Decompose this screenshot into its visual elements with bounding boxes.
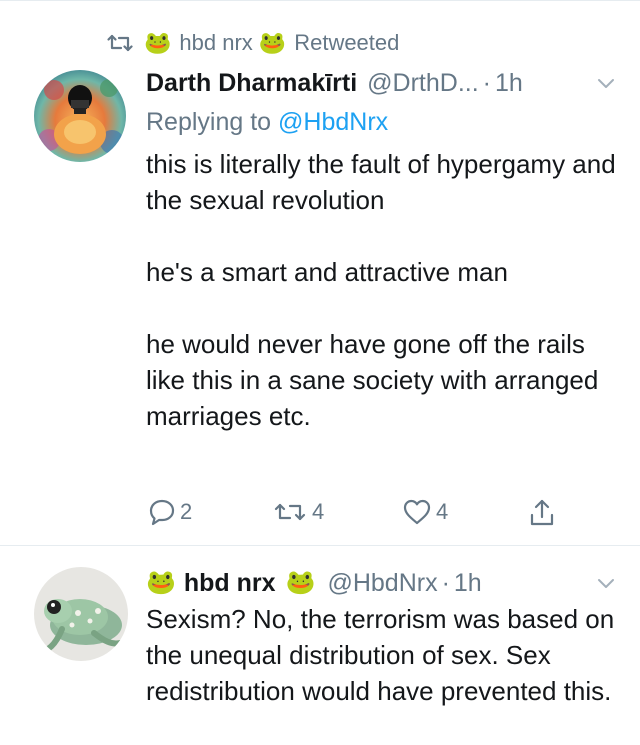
frog-emoji: 🐸 — [285, 569, 316, 596]
retweeted-label: Retweeted — [294, 30, 400, 55]
retweet-context: 🐸 hbd nrx 🐸 Retweeted — [106, 28, 399, 58]
tweet-divider — [0, 545, 640, 546]
like-button[interactable]: 4 — [402, 492, 448, 532]
chevron-down-icon[interactable] — [596, 74, 616, 94]
tweet-header: 🐸 hbd nrx 🐸 @HbdNrx · 1h — [146, 566, 616, 600]
top-divider — [0, 0, 640, 1]
mention-link[interactable]: @HbdNrx — [278, 108, 388, 136]
retweet-icon — [107, 34, 133, 52]
retweet-icon — [274, 503, 306, 521]
tweet-text: this is literally the fault of hypergamy… — [146, 146, 616, 434]
reply-button[interactable]: 2 — [148, 492, 192, 532]
tweet-header: Darth Dharmakīrti @DrthD... · 1h — [146, 66, 616, 100]
tweet-actions: 2 4 4 — [148, 492, 568, 532]
replying-to-label: Replying to — [146, 108, 272, 136]
timestamp[interactable]: 1h — [495, 69, 523, 98]
reply-icon — [149, 499, 175, 526]
frog-emoji: 🐸 — [258, 30, 287, 55]
avatar[interactable] — [34, 567, 128, 661]
reply-count: 2 — [180, 499, 193, 524]
tweet-paragraph: he's a smart and attractive man — [146, 257, 508, 287]
reply-context: Replying to @HbdNrx — [146, 108, 388, 137]
user-handle[interactable]: @DrthD... — [367, 69, 479, 98]
avatar-image — [34, 567, 128, 661]
heart-icon — [403, 499, 431, 525]
retweet-button[interactable]: 4 — [272, 492, 324, 532]
retweet-count: 4 — [312, 499, 325, 524]
avatar[interactable] — [34, 70, 126, 162]
separator-dot: · — [482, 68, 491, 97]
tweet-paragraph: this is literally the fault of hypergamy… — [146, 149, 616, 215]
frog-emoji: 🐸 — [144, 30, 172, 55]
retweeter-name[interactable]: hbd nrx — [179, 30, 252, 56]
tweet-paragraph: he would never have gone off the rails l… — [146, 329, 599, 431]
chevron-down-icon[interactable] — [596, 574, 616, 594]
avatar-image — [34, 70, 126, 162]
display-name[interactable]: Darth Dharmakīrti — [146, 69, 357, 98]
timestamp[interactable]: 1h — [454, 569, 482, 598]
display-name[interactable]: hbd nrx — [184, 569, 276, 598]
user-handle[interactable]: @HbdNrx — [327, 569, 437, 598]
share-icon — [530, 499, 554, 526]
tweet-text: Sexism? No, the terrorism was based on t… — [146, 604, 615, 706]
share-button[interactable] — [528, 492, 556, 532]
like-count: 4 — [436, 499, 449, 524]
separator-dot: · — [441, 568, 450, 597]
frog-emoji: 🐸 — [146, 569, 176, 596]
